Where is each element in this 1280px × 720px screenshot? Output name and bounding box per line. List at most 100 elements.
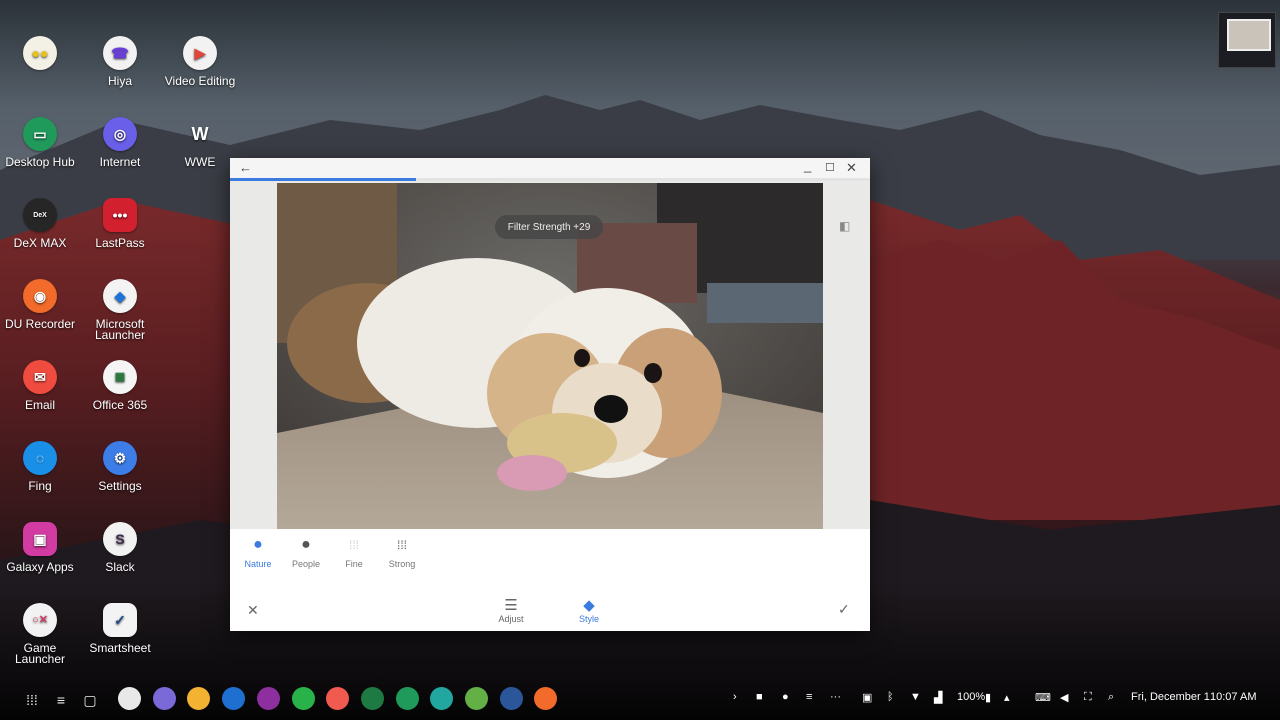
app-label: Hiya (107, 74, 132, 88)
volume-icon[interactable]: ◀ (1060, 691, 1068, 704)
app-label: Game Launcher (14, 641, 66, 666)
diamond-icon: ◆ (103, 279, 137, 313)
app-label: Slack (105, 560, 135, 574)
monitor-icon: ▭ (23, 117, 57, 151)
recents-icon[interactable]: ≡ (49, 688, 73, 712)
compare-icon[interactable]: ◧ (839, 219, 853, 233)
minimize-icon[interactable]: _ (804, 158, 811, 173)
nfc-icon[interactable]: ▼ (910, 691, 921, 703)
wwe-logo-icon: W (191, 123, 209, 144)
dock-app-icon[interactable] (187, 687, 211, 710)
bluetooth-icon[interactable]: ᛒ (887, 691, 894, 703)
style-tab[interactable]: ◆ Style (570, 598, 608, 625)
location-icon[interactable]: ● (782, 691, 789, 703)
record-icon: ◉ (23, 279, 57, 313)
dock-app-icon[interactable] (499, 687, 523, 710)
style-label: People (291, 559, 321, 569)
more-icon[interactable]: ··· (830, 691, 841, 703)
video-icon: ▶ (183, 36, 217, 70)
dock-app-icon[interactable] (326, 687, 350, 710)
desktop-app[interactable]: ●● (0, 36, 80, 76)
people-icon: ● (301, 536, 311, 553)
maximize-icon[interactable]: ☐ (825, 161, 835, 174)
desktop-app-video-editing[interactable]: ▶ Video Editing (160, 36, 240, 87)
desktop-app-settings[interactable]: ⚙ Settings (80, 441, 160, 492)
app-label: Desktop Hub (5, 155, 75, 169)
app-label: Smartsheet (89, 641, 151, 655)
search-icon[interactable]: ⌕ (1108, 691, 1114, 704)
dock-app-icon[interactable] (118, 687, 141, 710)
style-option-strong[interactable]: ⁞⁞⁞ Strong (378, 535, 426, 569)
filter-strength-badge: Filter Strength +29 (495, 215, 603, 239)
desktop-app-du-recorder[interactable]: ◉ DU Recorder (0, 279, 80, 330)
notification-icon[interactable]: ≡ (806, 691, 812, 703)
sliders-icon: ☰ (504, 597, 518, 614)
apply-check-icon[interactable]: ✓ (838, 601, 850, 618)
image-canvas[interactable]: Filter Strength +29 ◧ (230, 181, 870, 529)
style-option-nature[interactable]: ● Nature (234, 535, 282, 569)
screen-thumbnail[interactable] (1218, 12, 1276, 68)
slack-icon: S (103, 522, 137, 556)
desktop-app-dex-max[interactable]: DeX DeX MAX (0, 198, 80, 249)
desktop-app-smartsheet[interactable]: ✓ Smartsheet (80, 603, 160, 654)
up-arrow-icon[interactable]: ▴ (1004, 691, 1010, 704)
style-tab-label: Style (578, 614, 599, 624)
app-label: Settings (98, 479, 142, 493)
desktop-app-internet[interactable]: ◎ Internet (80, 117, 160, 168)
thumbnail-image (1227, 19, 1271, 51)
app-label: Galaxy Apps (6, 560, 74, 574)
dots-icon: ••• (103, 198, 137, 232)
style-option-fine[interactable]: ⁞⁞⁞ Fine (330, 535, 378, 569)
editor-toolbar: ✕ ☰ Adjust ◆ Style ✓ (230, 584, 870, 631)
dock-app-icon[interactable] (430, 687, 454, 710)
app-label: LastPass (95, 236, 145, 250)
style-option-people[interactable]: ● People (282, 535, 330, 569)
desktop-app-lastpass[interactable]: ••• LastPass (80, 198, 160, 249)
style-options: ● Nature ● People ⁞⁞⁞ Fine ⁞⁞⁞ Strong (230, 529, 870, 584)
desktop-app-wwe[interactable]: W WWE (160, 117, 240, 169)
desktop-app-fing[interactable]: ◌ Fing (0, 441, 80, 492)
desktop-app-office-365[interactable]: ▦ Office 365 (80, 360, 160, 411)
dock-app-icon[interactable] (222, 687, 246, 710)
yellow-dots-icon: ●● (23, 36, 57, 70)
dock-app-icon[interactable] (465, 687, 488, 710)
screenshot-icon[interactable]: ▣ (862, 691, 872, 704)
date-label: Fri, December 1 (1131, 691, 1210, 703)
fullscreen-icon[interactable]: ⛶ (1084, 691, 1092, 704)
app-label: DU Recorder (4, 317, 76, 331)
nature-icon: ● (253, 536, 263, 553)
desktop-app-microsoft-launcher[interactable]: ◆ Microsoft Launcher (80, 279, 160, 341)
time-label: 10:07 AM (1210, 691, 1257, 703)
expand-icon[interactable]: › (733, 691, 737, 703)
camera-icon[interactable]: ■ (756, 691, 763, 703)
taskbar: ⁞⁞⁞ ≡ ▢ › ■ ● ≡ ··· ▣ ᛒ ▼ ▟ 100% ▮ ▴ ⌨ ◀… (0, 680, 1280, 720)
gear-icon: ⚙ (103, 441, 137, 475)
adjust-tab[interactable]: ☰ Adjust (492, 597, 530, 625)
desktop-app-desktop-hub[interactable]: ▭ Desktop Hub (0, 117, 80, 168)
app-drawer-icon[interactable]: ⁞⁞⁞ (20, 688, 44, 712)
photo-editor-window: ← _ ☐ ✕ Filter Strength +29 ◧ ● Nature ●… (230, 158, 870, 631)
dock-app-icon[interactable] (256, 687, 280, 710)
app-label: Microsoft Launcher (94, 317, 146, 342)
dock-app-icon[interactable] (291, 687, 315, 710)
desktop-app-hiya[interactable]: ☎ Hiya (80, 36, 160, 87)
app-label: WWE (184, 155, 216, 169)
app-label: Internet (99, 155, 141, 169)
dex-max-icon: DeX (23, 198, 57, 232)
desktop-app-slack[interactable]: S Slack (80, 522, 160, 573)
signal-icon[interactable]: ▟ (934, 691, 942, 704)
dock-app-icon[interactable] (534, 687, 558, 710)
dock-app-icon[interactable] (395, 687, 419, 710)
back-arrow-icon[interactable]: ← (239, 160, 252, 175)
desktop-app-galaxy-apps[interactable]: ▣ Galaxy Apps (0, 522, 80, 573)
dock-app-icon[interactable] (152, 687, 176, 710)
desktop-app-game-launcher[interactable]: ○✕ Game Launcher (0, 603, 80, 665)
close-window-icon[interactable]: ✕ (846, 160, 857, 176)
dock-app-icon[interactable] (360, 687, 384, 710)
desktop-app-email[interactable]: ✉ Email (0, 360, 80, 411)
cancel-edit-icon[interactable]: ✕ (247, 602, 259, 619)
game-icon: ○✕ (23, 603, 57, 637)
keyboard-icon[interactable]: ⌨ (1035, 691, 1051, 704)
home-icon[interactable]: ▢ (78, 688, 102, 712)
fine-grid-icon: ⁞⁞⁞ (348, 538, 359, 552)
